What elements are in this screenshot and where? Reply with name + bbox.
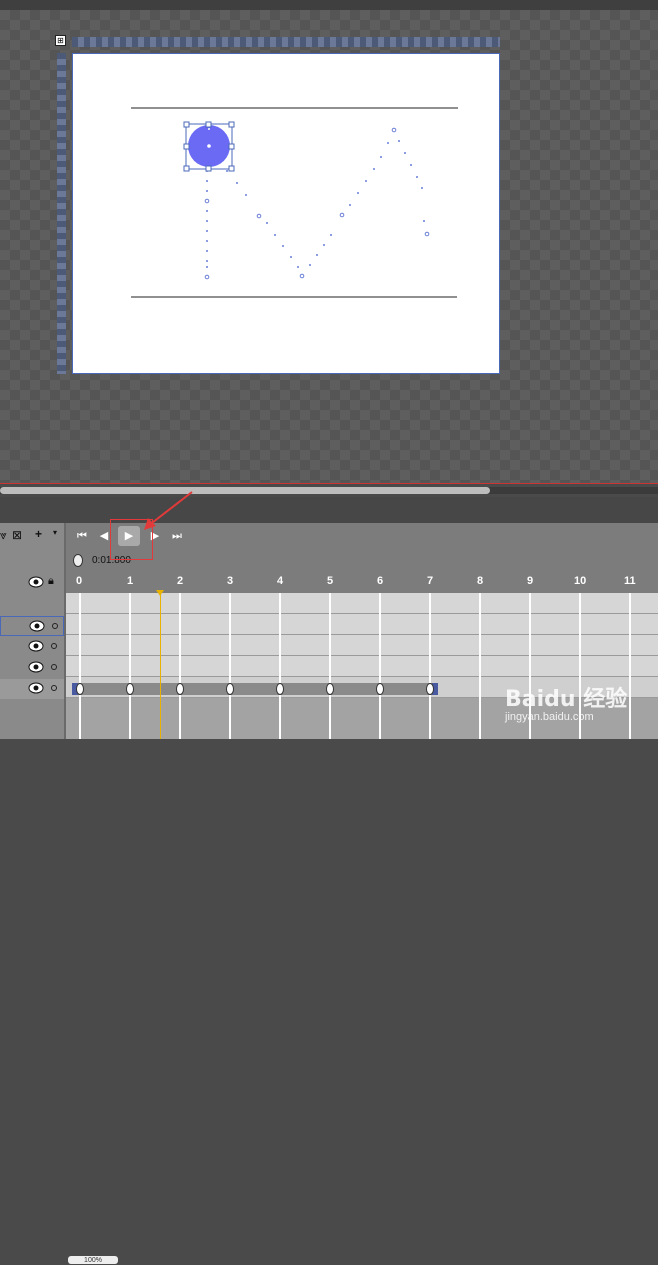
eye-icon[interactable] [29,620,45,632]
track-row[interactable] [66,635,658,656]
ruler-label: 8 [477,575,484,587]
chevron-down-icon[interactable]: ▾ [53,528,57,537]
ruler-label: 1 [127,575,134,587]
playhead[interactable] [160,592,161,739]
ruler-label: 6 [377,575,384,587]
eye-icon[interactable] [28,640,44,652]
track-row[interactable] [66,656,658,677]
ruler-label: 5 [327,575,334,587]
layer-panel: ⩔ ⊠ + ▾ 🔒︎ [0,523,66,739]
keyframe-marker[interactable] [276,683,284,695]
watermark: Baidu 经验 jingyan.baidu.com [505,681,635,723]
keyframe-marker[interactable] [76,683,84,695]
panel-divider [0,483,658,484]
scrollbar-thumb[interactable] [0,487,490,494]
ruler-label: 11 [624,575,636,587]
track-row[interactable] [66,614,658,635]
panel-gap [0,497,658,523]
delete-layer-icon[interactable]: ⊠ [12,528,22,542]
keyframe-marker[interactable] [326,683,334,695]
lock-dot-icon[interactable] [51,664,57,670]
zoom-field[interactable]: 100% [68,1256,118,1264]
ruler-label: 3 [227,575,234,587]
eye-icon[interactable] [28,682,44,694]
keyframe-marker[interactable] [226,683,234,695]
vertical-ruler [57,53,66,374]
layer-row-4[interactable] [0,679,64,699]
keyframe-marker[interactable] [126,683,134,695]
stage-area[interactable]: ⊞ [0,0,658,483]
eye-icon[interactable] [28,576,44,588]
horizontal-scrollbar-area [0,483,658,523]
ball-object[interactable] [183,121,235,172]
stage-top-bar [0,0,658,10]
timeline-ruler[interactable]: 0 1 2 3 4 5 6 7 8 9 10 11 [66,571,658,593]
track-row[interactable] [66,593,658,614]
add-layer-icon[interactable]: + [35,527,42,541]
skip-to-start-icon[interactable]: ⏮︎ [72,526,92,546]
ruler-corner-icon[interactable]: ⊞ [55,35,66,46]
lock-icon[interactable]: 🔒︎ [48,575,54,588]
layer-row-3[interactable] [0,658,64,678]
ruler-label: 2 [177,575,184,587]
horizontal-ruler [72,37,500,47]
ruler-label: 9 [527,575,534,587]
motion-path[interactable] [206,134,425,268]
layer-row-header: 🔒︎ [0,573,64,593]
canvas[interactable] [72,53,500,374]
lock-dot-icon[interactable] [51,643,57,649]
collapse-layers-icon[interactable]: ⩔ [0,528,7,543]
clock-icon [73,554,83,567]
lock-dot-icon[interactable] [52,623,58,629]
eye-icon[interactable] [28,661,44,673]
keyframe-marker[interactable] [376,683,384,695]
keyframe-marker[interactable] [176,683,184,695]
ruler-label: 4 [277,575,284,587]
ruler-label: 10 [574,575,587,587]
keyframe-marker[interactable] [426,683,434,695]
ruler-label: 7 [427,575,434,587]
lock-dot-icon[interactable] [51,685,57,691]
ruler-label: 0 [76,575,83,587]
path-waypoints[interactable] [204,127,430,280]
annotation-arrow [144,491,193,530]
watermark-brand: Baidu 经验 [505,687,628,712]
layer-row-2[interactable] [0,637,64,657]
layer-row-1[interactable] [0,616,64,636]
